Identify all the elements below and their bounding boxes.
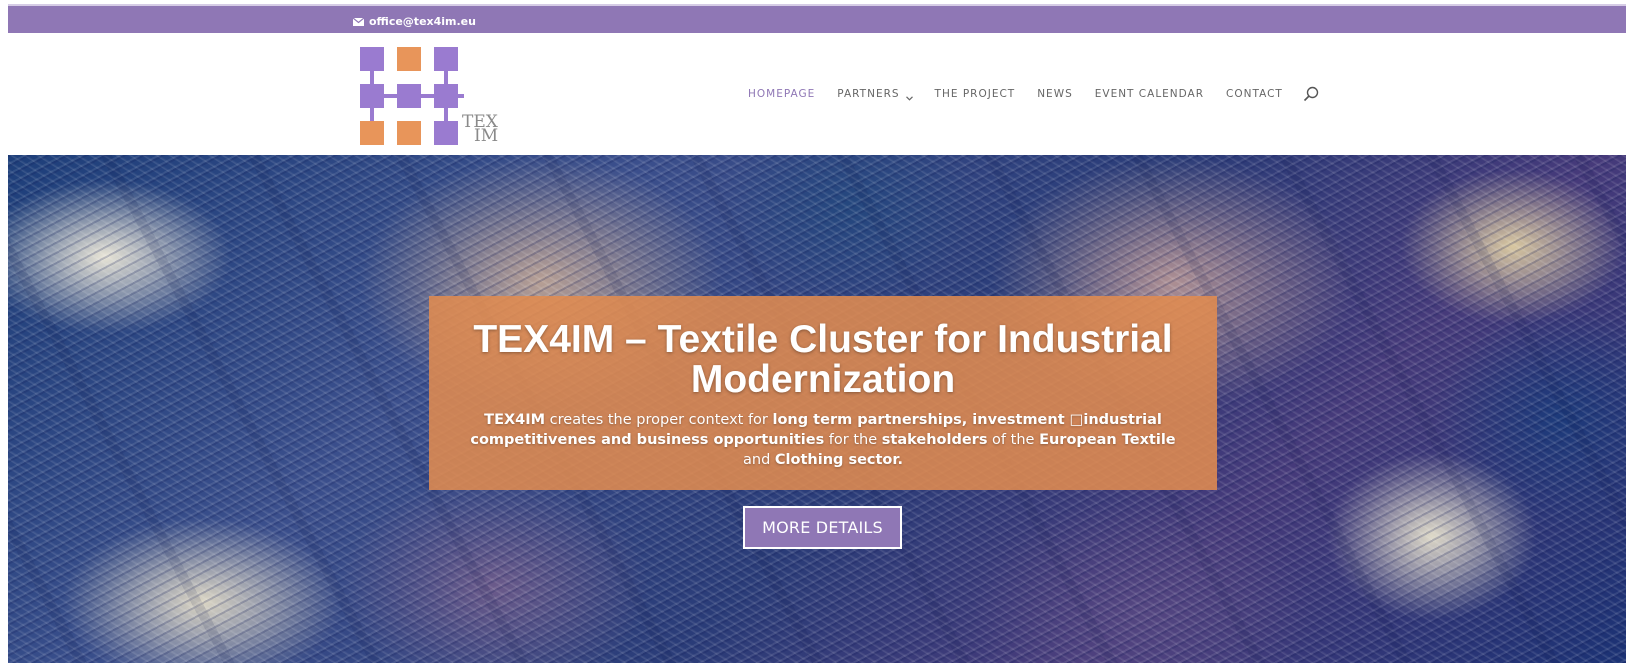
intro-text-4: and (743, 452, 775, 468)
hero-slider: TEX4IM – Textile Cluster for Industrial … (8, 155, 1626, 663)
intro-text-3: of the (987, 432, 1040, 448)
logo-text-im: IM (474, 126, 499, 146)
chevron-down-icon (905, 92, 913, 101)
nav-homepage[interactable]: HOMEPAGE (748, 88, 815, 100)
intro-text-2: for the (824, 432, 882, 448)
nav-homepage-label: HOMEPAGE (748, 88, 816, 100)
top-bar: office@tex4im.eu (8, 4, 1626, 33)
site-header: TEX IM HOMEPAGE PARTNERS THE PROJECT NEW… (8, 33, 1626, 155)
hero-intro: TEX4IM creates the proper context for lo… (429, 410, 1217, 470)
nav-news-label: NEWS (1037, 88, 1073, 100)
more-details-button[interactable]: MORE DETAILS (743, 506, 902, 549)
intro-highlight-stakeholders: stakeholders (881, 432, 988, 448)
contact-email[interactable]: office@tex4im.eu (353, 15, 476, 28)
nav-partners-label: PARTNERS (837, 88, 900, 100)
intro-highlight-clothing: Clothing sector. (774, 452, 903, 468)
intro-text-1: creates the proper context for (545, 412, 773, 428)
nav-the-project[interactable]: THE PROJECT (935, 88, 1016, 100)
contact-email-text: office@tex4im.eu (369, 15, 476, 28)
main-nav: HOMEPAGE PARTNERS THE PROJECT NEWS EVENT… (748, 86, 1319, 102)
nav-partners[interactable]: PARTNERS (837, 88, 913, 101)
site-logo[interactable]: TEX IM (360, 47, 512, 147)
nav-contact-label: CONTACT (1226, 88, 1283, 100)
nav-contact[interactable]: CONTACT (1226, 88, 1283, 100)
nav-event-calendar[interactable]: EVENT CALENDAR (1095, 88, 1204, 100)
nav-news[interactable]: NEWS (1037, 88, 1073, 100)
intro-highlight-european-textile: European Textile (1039, 432, 1176, 448)
hero-title: TEX4IM – Textile Cluster for Industrial … (473, 318, 1173, 401)
envelope-icon (353, 17, 364, 26)
intro-brand: TEX4IM (484, 412, 546, 428)
page: office@tex4im.eu TEX IM HOMEPAGE PARTNER… (8, 4, 1626, 663)
hero-caption: TEX4IM – Textile Cluster for Industrial … (429, 296, 1217, 490)
nav-the-project-label: THE PROJECT (934, 88, 1016, 100)
nav-event-calendar-label: EVENT CALENDAR (1094, 88, 1205, 100)
search-icon[interactable] (1303, 86, 1319, 102)
